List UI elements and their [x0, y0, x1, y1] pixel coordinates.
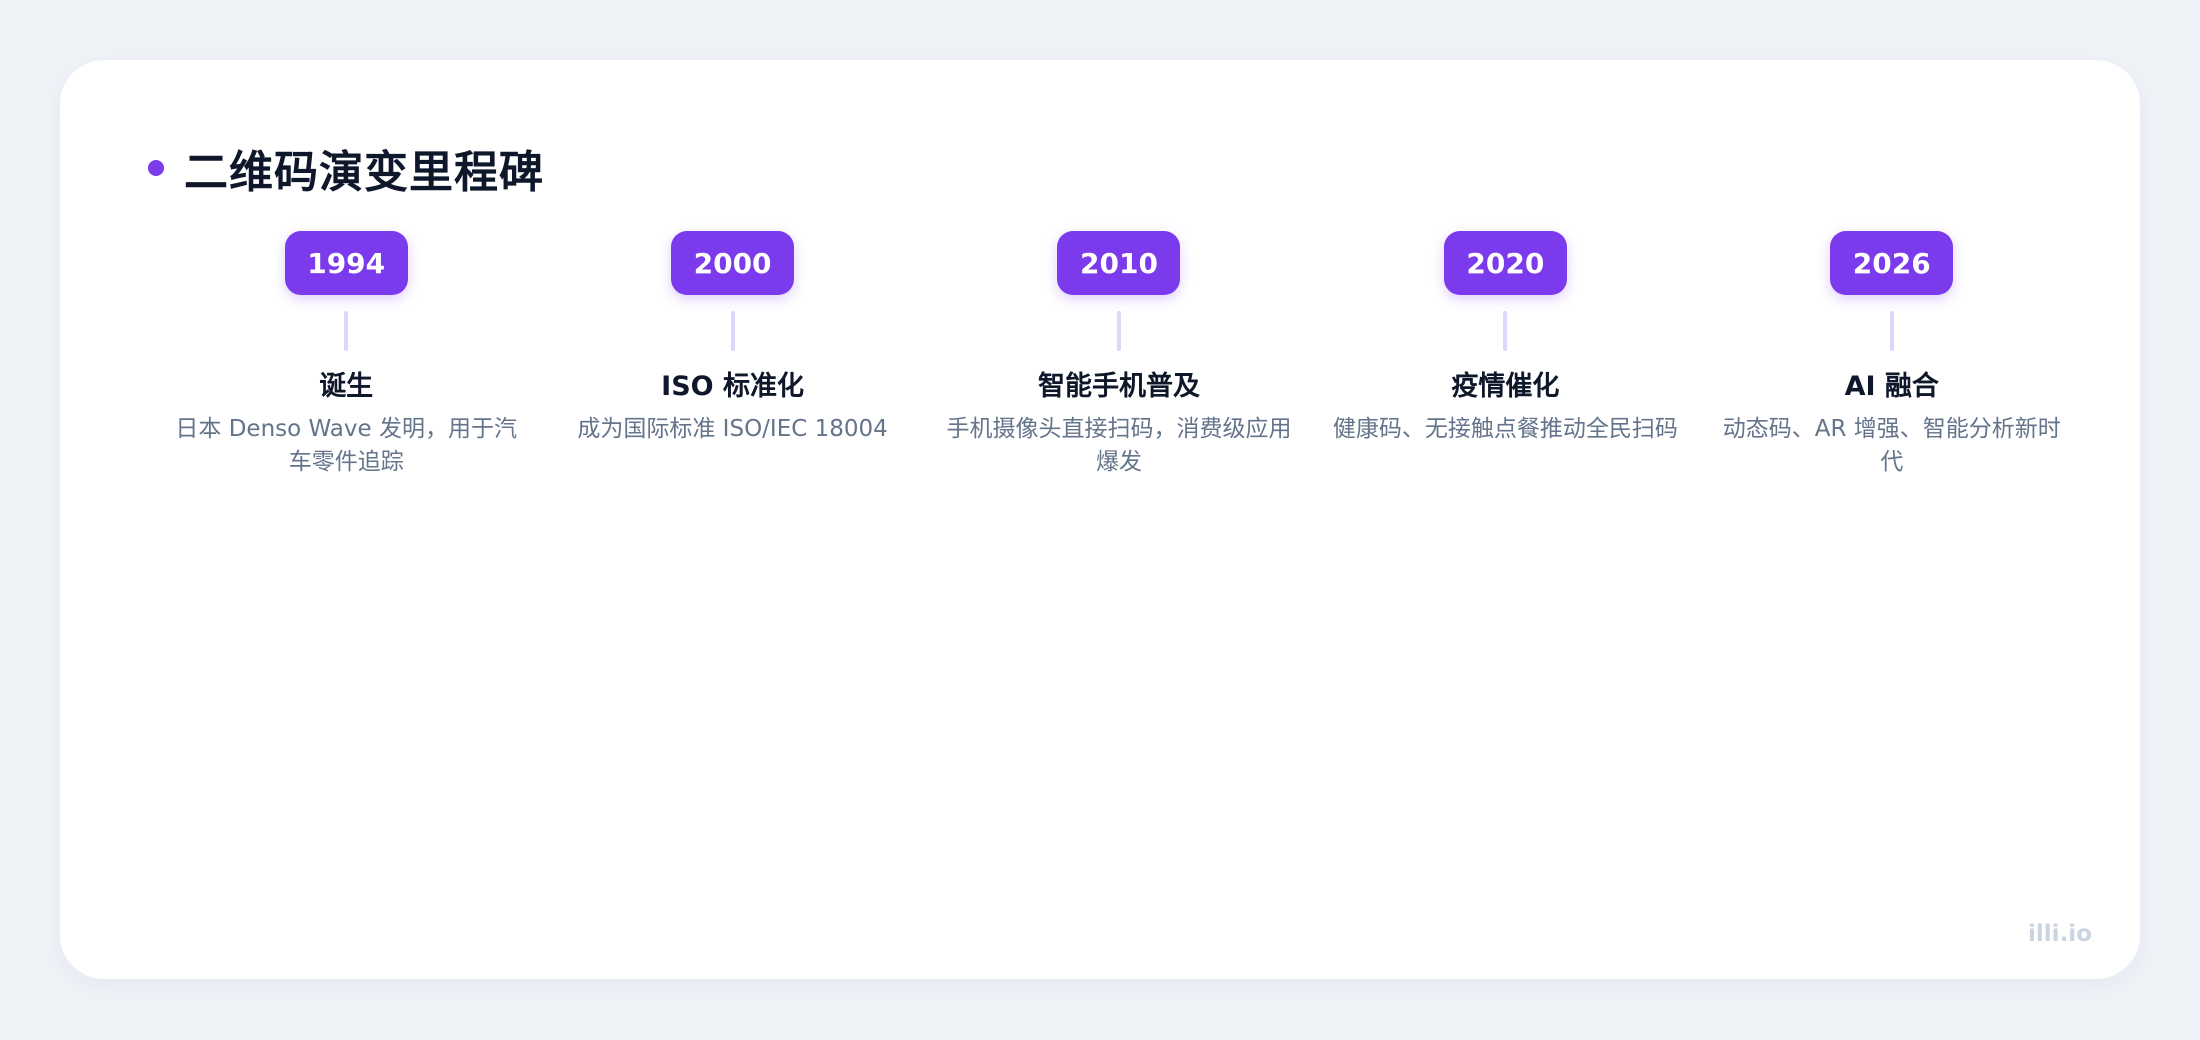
milestone-title: 疫情催化 [1451, 371, 1560, 402]
slide-card: 二维码演变里程碑 1994 诞生 日本 Denso Wave 发明，用于汽车零件… [60, 60, 2140, 979]
year-badge: 2010 [1057, 231, 1181, 295]
connector-line [1889, 311, 1894, 351]
milestone-2020: 2020 疫情催化 健康码、无接触点餐推动全民扫码 [1312, 231, 1698, 479]
year-badge: 2020 [1443, 231, 1567, 295]
milestone-2010: 2010 智能手机普及 手机摄像头直接扫码，消费级应用爆发 [926, 231, 1312, 479]
milestone-2000: 2000 ISO 标准化 成为国际标准 ISO/IEC 18004 [539, 231, 925, 479]
title-row: 二维码演变里程碑 [148, 138, 544, 198]
milestone-description: 日本 Denso Wave 发明，用于汽车零件追踪 [175, 416, 517, 475]
page-title: 二维码演变里程碑 [184, 147, 544, 198]
connector-line [730, 311, 735, 351]
milestone-1994: 1994 诞生 日本 Denso Wave 发明，用于汽车零件追踪 [153, 231, 539, 479]
milestone-title: 智能手机普及 [1037, 371, 1200, 402]
connector-line [1116, 311, 1121, 351]
milestone-title: ISO 标准化 [661, 371, 805, 402]
milestone-description: 手机摄像头直接扫码，消费级应用爆发 [946, 416, 1292, 475]
year-badge: 2026 [1830, 231, 1954, 295]
milestone-description: 成为国际标准 ISO/IEC 18004 [577, 416, 888, 442]
milestone-description: 健康码、无接触点餐推动全民扫码 [1332, 416, 1678, 442]
milestone-title: AI 融合 [1844, 371, 1939, 402]
year-badge: 1994 [284, 231, 408, 295]
year-badge: 2000 [671, 231, 795, 295]
milestone-2026: 2026 AI 融合 动态码、AR 增强、智能分析新时代 [1699, 231, 2085, 479]
milestone-title: 诞生 [319, 371, 374, 402]
milestone-description: 动态码、AR 增强、智能分析新时代 [1722, 416, 2061, 475]
connector-line [1503, 311, 1508, 351]
connector-line [344, 311, 349, 351]
milestone-timeline: 1994 诞生 日本 Denso Wave 发明，用于汽车零件追踪 2000 I… [153, 231, 2085, 479]
title-bullet-dot [148, 160, 164, 176]
brand-watermark: illi.io [2028, 921, 2092, 947]
